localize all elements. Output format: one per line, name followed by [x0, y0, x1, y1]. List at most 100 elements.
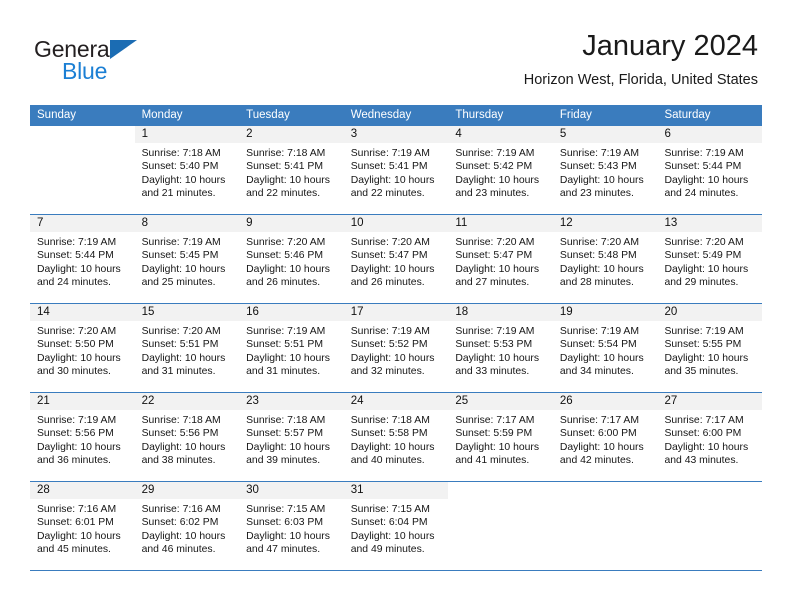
day-cell[interactable]: 29 Sunrise: 7:16 AM Sunset: 6:02 PM Dayligh… — [134, 482, 240, 570]
day-cell[interactable]: 6 Sunrise: 7:19 AM Sunset: 5:44 PM Daylight… — [657, 126, 763, 214]
day-number: 18 — [448, 304, 553, 321]
day-info-line: Sunset: 5:50 PM — [37, 339, 114, 351]
day-info-line: and 28 minutes. — [559, 276, 634, 288]
day-cell[interactable]: 17 Sunrise: 7:19 AM Sunset: 5:52 PM Dayligh… — [343, 304, 449, 392]
day-cell[interactable]: 31 Sunrise: 7:15 AM Sunset: 6:04 PM Dayligh… — [343, 482, 449, 570]
day-number: 24 — [343, 393, 449, 410]
day-cell-empty — [657, 482, 762, 570]
title-block: January 2024 Horizon West, Florida, Unit… — [524, 28, 758, 91]
weekday-header-saturday: Saturday — [664, 109, 711, 121]
day-info-line: and 34 minutes. — [559, 365, 634, 377]
day-number: 4 — [448, 126, 553, 143]
day-info-line: Daylight: 10 hours — [141, 441, 226, 453]
day-cell[interactable]: 20 Sunrise: 7:19 AM Sunset: 5:55 PM Dayligh… — [657, 304, 763, 392]
week-row: 1 Sunrise: 7:18 AM Sunset: 5:40 PM Daylight… — [30, 126, 763, 215]
day-cell[interactable]: 25 Sunrise: 7:17 AM Sunset: 5:59 PM Dayligh… — [448, 393, 553, 481]
general-blue-logo[interactable]: General Blue — [34, 36, 234, 92]
day-info-line: Sunrise: 7:19 AM — [455, 326, 535, 337]
day-number: 16 — [239, 304, 344, 321]
day-info-line: Daylight: 10 hours — [455, 441, 540, 453]
day-info-line: Sunset: 5:47 PM — [455, 250, 533, 262]
day-info-line: Daylight: 10 hours — [350, 263, 435, 275]
weekday-header-monday: Monday — [141, 109, 183, 121]
day-sun-info: Sunrise: 7:19 AM Sunset: 5:55 PM Daylight:… — [657, 321, 762, 378]
day-number: 6 — [657, 126, 763, 143]
calendar-grid: Sunday Monday Tuesday Wednesday Thursday Frid… — [30, 105, 763, 571]
day-sun-info: Sunrise: 7:18 AM Sunset: 5:58 PM Daylight:… — [344, 410, 449, 467]
day-cell[interactable]: 26 Sunrise: 7:17 AM Sunset: 6:00 PM Dayligh… — [552, 393, 658, 481]
day-info-line: Sunset: 5:52 PM — [350, 339, 428, 351]
day-sun-info: Sunrise: 7:18 AM Sunset: 5:41 PM Daylight:… — [239, 143, 344, 200]
day-info-line: and 33 minutes. — [455, 365, 530, 377]
day-info-line: Sunset: 5:44 PM — [37, 250, 114, 262]
day-number: 17 — [343, 304, 449, 321]
day-info-line: and 26 minutes. — [350, 276, 425, 288]
day-sun-info: Sunrise: 7:19 AM Sunset: 5:43 PM Daylight:… — [553, 143, 658, 200]
day-info-line: and 23 minutes. — [455, 187, 530, 199]
day-cell[interactable]: 24 Sunrise: 7:18 AM Sunset: 5:58 PM Dayligh… — [343, 393, 449, 481]
day-number: 15 — [134, 304, 240, 321]
day-cell[interactable]: 1 Sunrise: 7:18 AM Sunset: 5:40 PM Daylight… — [134, 126, 240, 214]
day-cell[interactable]: 11 Sunrise: 7:20 AM Sunset: 5:47 PM Dayligh… — [448, 215, 553, 303]
day-info-line: Sunset: 5:57 PM — [246, 428, 323, 440]
day-info-line: Sunset: 6:02 PM — [141, 517, 219, 529]
day-info-line: and 27 minutes. — [455, 276, 530, 288]
day-cell[interactable]: 14 Sunrise: 7:20 AM Sunset: 5:50 PM Dayligh… — [30, 304, 135, 392]
day-cell[interactable]: 4 Sunrise: 7:19 AM Sunset: 5:42 PM Daylight… — [448, 126, 553, 214]
week-row: 28 Sunrise: 7:16 AM Sunset: 6:01 PM Dayligh… — [30, 482, 762, 571]
day-info-line: Daylight: 10 hours — [246, 352, 330, 364]
day-cell[interactable]: 9 Sunrise: 7:20 AM Sunset: 5:46 PM Daylight… — [239, 215, 344, 303]
day-cell[interactable]: 28 Sunrise: 7:16 AM Sunset: 6:01 PM Dayligh… — [30, 482, 135, 570]
day-info-line: Sunset: 6:00 PM — [559, 428, 637, 440]
day-cell[interactable]: 10 Sunrise: 7:20 AM Sunset: 5:47 PM Dayligh… — [343, 215, 449, 303]
day-cell[interactable]: 2 Sunrise: 7:18 AM Sunset: 5:41 PM Daylight… — [239, 126, 344, 214]
day-number: 22 — [134, 393, 240, 410]
day-number: 8 — [134, 215, 240, 232]
day-sun-info: Sunrise: 7:19 AM Sunset: 5:51 PM Daylight:… — [239, 321, 344, 378]
day-info-line: Sunrise: 7:19 AM — [455, 148, 535, 159]
day-info-line: and 35 minutes. — [664, 365, 739, 377]
day-info-line: Sunrise: 7:20 AM — [455, 237, 535, 248]
day-cell[interactable]: 16 Sunrise: 7:19 AM Sunset: 5:51 PM Dayligh… — [239, 304, 344, 392]
calendar-weeks: 1 Sunrise: 7:18 AM Sunset: 5:40 PM Daylight… — [30, 126, 763, 571]
day-cell[interactable]: 27 Sunrise: 7:17 AM Sunset: 6:00 PM Dayligh… — [657, 393, 763, 481]
day-sun-info: Sunrise: 7:20 AM Sunset: 5:49 PM Daylight:… — [657, 232, 762, 289]
weekday-header-wednesday: Wednesday — [350, 109, 412, 121]
day-cell[interactable]: 5 Sunrise: 7:19 AM Sunset: 5:43 PM Daylight… — [552, 126, 658, 214]
day-cell[interactable]: 8 Sunrise: 7:19 AM Sunset: 5:45 PM Daylight… — [134, 215, 240, 303]
day-number: 5 — [552, 126, 658, 143]
day-cell[interactable]: 23 Sunrise: 7:18 AM Sunset: 5:57 PM Dayligh… — [239, 393, 344, 481]
day-cell[interactable]: 21 Sunrise: 7:19 AM Sunset: 5:56 PM Dayligh… — [30, 393, 135, 481]
day-number: 27 — [657, 393, 763, 410]
day-cell[interactable]: 13 Sunrise: 7:20 AM Sunset: 5:49 PM Dayligh… — [657, 215, 763, 303]
day-number: 30 — [239, 482, 344, 499]
day-cell[interactable]: 30 Sunrise: 7:15 AM Sunset: 6:03 PM Dayligh… — [239, 482, 344, 570]
page-title: January 2024 — [582, 30, 758, 62]
day-info-line: Daylight: 10 hours — [559, 263, 644, 275]
day-cell[interactable]: 12 Sunrise: 7:20 AM Sunset: 5:48 PM Dayligh… — [552, 215, 658, 303]
day-cell[interactable]: 3 Sunrise: 7:19 AM Sunset: 5:41 PM Daylight… — [343, 126, 449, 214]
day-sun-info: Sunrise: 7:19 AM Sunset: 5:44 PM Daylight:… — [30, 232, 135, 289]
day-info-line: Daylight: 10 hours — [664, 441, 749, 453]
page-header: General Blue January 2024 Horizon West, … — [34, 28, 758, 98]
day-cell[interactable]: 7 Sunrise: 7:19 AM Sunset: 5:44 PM Daylight… — [30, 215, 135, 303]
day-cell[interactable]: 22 Sunrise: 7:18 AM Sunset: 5:56 PM Dayligh… — [134, 393, 240, 481]
day-info-line: Daylight: 10 hours — [664, 174, 749, 186]
day-cell[interactable]: 15 Sunrise: 7:20 AM Sunset: 5:51 PM Dayligh… — [134, 304, 240, 392]
day-cell[interactable]: 19 Sunrise: 7:19 AM Sunset: 5:54 PM Dayligh… — [552, 304, 658, 392]
day-cell[interactable]: 18 Sunrise: 7:19 AM Sunset: 5:53 PM Dayligh… — [448, 304, 553, 392]
day-sun-info: Sunrise: 7:20 AM Sunset: 5:50 PM Daylight:… — [30, 321, 135, 378]
day-info-line: Sunrise: 7:17 AM — [664, 415, 744, 426]
day-cell-empty — [30, 126, 135, 214]
day-info-line: and 41 minutes. — [455, 454, 530, 466]
day-sun-info: Sunrise: 7:20 AM Sunset: 5:46 PM Daylight:… — [239, 232, 344, 289]
day-sun-info: Sunrise: 7:19 AM Sunset: 5:44 PM Daylight:… — [657, 143, 762, 200]
day-info-line: Sunset: 5:44 PM — [664, 161, 742, 173]
day-info-line: Daylight: 10 hours — [455, 263, 540, 275]
day-sun-info: Sunrise: 7:19 AM Sunset: 5:56 PM Daylight:… — [30, 410, 135, 467]
day-info-line: Sunrise: 7:19 AM — [141, 237, 221, 248]
day-number: 12 — [552, 215, 658, 232]
day-info-line: Sunset: 5:59 PM — [455, 428, 533, 440]
day-info-line: Daylight: 10 hours — [141, 263, 226, 275]
day-info-line: Sunrise: 7:20 AM — [37, 326, 117, 337]
